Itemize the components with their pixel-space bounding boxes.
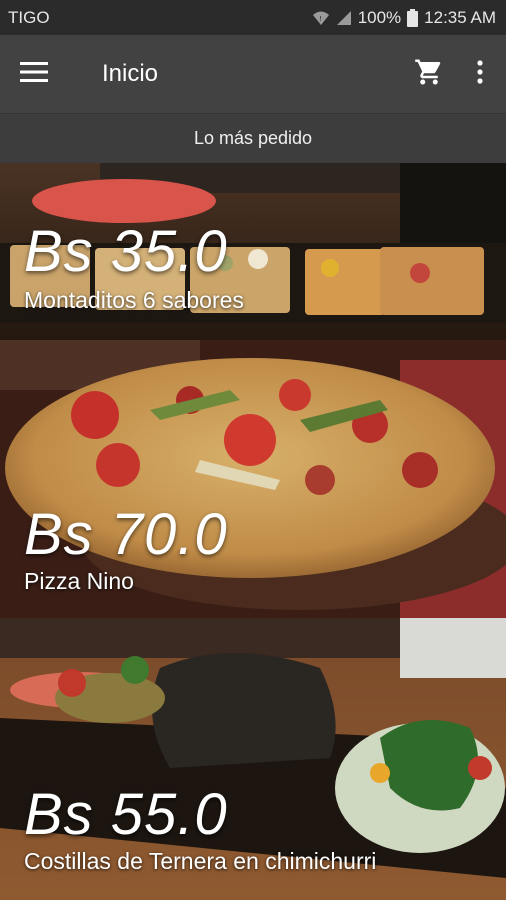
shopping-cart-icon [414, 57, 444, 92]
signal-icon [336, 10, 352, 26]
section-header: Lo más pedido [0, 113, 506, 163]
wifi-icon: ! [312, 10, 330, 26]
more-options-button[interactable] [454, 35, 506, 113]
product-name: Montaditos 6 sabores [24, 287, 244, 313]
hamburger-menu-icon [20, 61, 48, 87]
product-card-costillas[interactable]: Bs 55.0 Costillas de Ternera en chimichu… [0, 618, 506, 900]
status-indicators: ! 100% 12:35 AM [312, 8, 496, 28]
app-bar: Inicio [0, 35, 506, 113]
product-name: Costillas de Ternera en chimichurri [24, 848, 377, 874]
product-price: Bs 55.0 [24, 782, 228, 847]
battery-percentage: 100% [357, 7, 402, 27]
product-price: Bs 35.0 [24, 219, 228, 284]
product-price: Bs 70.0 [24, 502, 228, 567]
svg-text:!: ! [319, 15, 322, 23]
menu-button[interactable] [0, 35, 68, 113]
clock: 12:35 AM [424, 7, 496, 27]
product-card-pizza[interactable]: Bs 70.0 Pizza Nino [0, 340, 506, 618]
cart-button[interactable] [404, 35, 454, 113]
battery-icon [407, 8, 419, 27]
product-card-montaditos[interactable]: Bs 35.0 Montaditos 6 sabores [0, 163, 506, 340]
status-bar: TIGO ! 100% 12:35 AM [0, 0, 506, 35]
carrier-label: TIGO [8, 7, 50, 27]
page-title: Inicio [102, 60, 159, 87]
more-vert-icon [477, 59, 483, 89]
product-name: Pizza Nino [24, 568, 134, 594]
